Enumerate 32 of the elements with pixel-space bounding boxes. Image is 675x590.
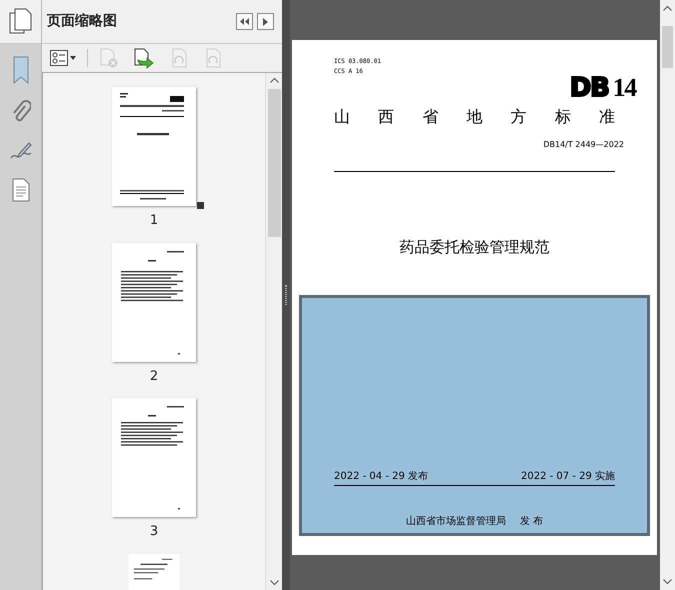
scrollbar-thumb[interactable] — [268, 89, 280, 237]
page-thumbnail[interactable] — [112, 398, 196, 517]
page-insert-icon — [133, 48, 155, 68]
standard-logo: DB 14 — [570, 74, 636, 102]
toolbar-button[interactable] — [47, 50, 79, 66]
double-left-icon — [240, 18, 249, 25]
implement-date: 2022 - 07 - 29 实施 — [520, 470, 615, 484]
right-triangle-icon — [263, 18, 268, 26]
standard-code: DB14/T 2449—2022 — [543, 139, 624, 151]
page-number: 1 — [150, 212, 158, 230]
page-thumbnail[interactable] — [112, 242, 196, 362]
collapse-panel-button[interactable] — [236, 13, 253, 30]
issuer: 山西省市场监督管理局 — [406, 514, 506, 528]
page-delete-icon — [99, 48, 119, 68]
caret-icon — [70, 56, 76, 60]
issuer-action: 发 布 — [520, 514, 544, 528]
scrollbar[interactable] — [660, 0, 675, 590]
document-icon[interactable] — [10, 178, 30, 202]
list-options-icon — [50, 50, 68, 66]
standard-heading: 山西省地方标准 — [333, 106, 616, 128]
release-date: 2022 - 04 - 29 发布 — [334, 470, 428, 484]
paperclip-icon[interactable] — [10, 100, 30, 124]
scrollbar[interactable] — [265, 73, 282, 590]
panel-title: 页面缩略图 — [47, 12, 118, 31]
document-title: 药品委托检验管理规范 — [400, 237, 550, 258]
page-thumbnail[interactable] — [112, 87, 196, 206]
selection-marker[interactable] — [197, 202, 204, 209]
page-number: 3 — [150, 523, 158, 541]
expand-panel-button[interactable] — [257, 13, 274, 30]
pages-icon[interactable] — [8, 8, 34, 36]
page-number: 2 — [150, 368, 158, 386]
scrollbar-thumb[interactable] — [662, 26, 673, 68]
